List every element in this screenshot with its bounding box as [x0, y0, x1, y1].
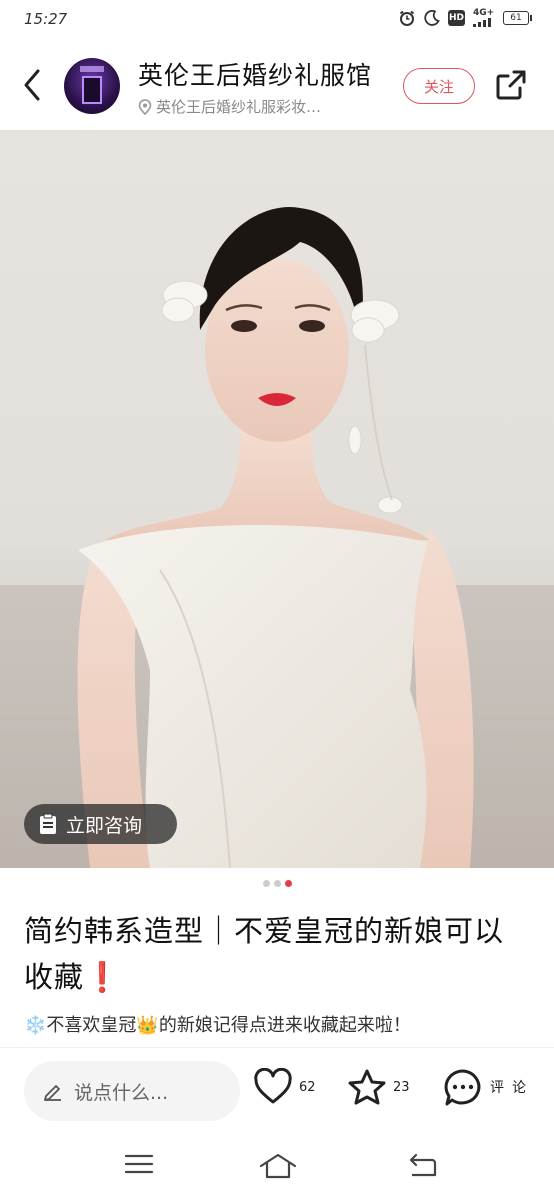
- post-photo[interactable]: 立即咨询: [0, 130, 554, 868]
- network-label: 4G+: [473, 8, 495, 18]
- favorite-button[interactable]: 23: [347, 1068, 410, 1106]
- comment-label-1: 评: [490, 1079, 504, 1096]
- home-button[interactable]: [259, 1153, 297, 1183]
- return-icon: [409, 1153, 437, 1177]
- post-title: 简约韩系造型｜不爱皇冠的新娘可以收藏❗: [24, 914, 505, 994]
- clipboard-icon: [40, 813, 56, 834]
- shop-location-text: 英伦王后婚纱礼服彩妆…: [156, 98, 322, 116]
- carousel-dot[interactable]: [273, 880, 281, 887]
- shop-name[interactable]: 英伦王后婚纱礼服馆: [138, 56, 372, 92]
- comment-input[interactable]: 说点什么...: [24, 1061, 240, 1121]
- heart-icon: [254, 1068, 292, 1104]
- star-icon: [348, 1069, 386, 1105]
- chat-bubble-icon: [444, 1069, 481, 1106]
- battery-icon: 61: [503, 11, 532, 25]
- status-icons: HD 4G+ 61: [398, 9, 532, 27]
- signal-icon: 4G+: [473, 9, 495, 27]
- battery-level: 61: [510, 13, 522, 23]
- shop-avatar[interactable]: [64, 58, 120, 114]
- follow-button[interactable]: 关注: [403, 68, 475, 104]
- shop-location[interactable]: 英伦王后婚纱礼服彩妆…: [138, 96, 321, 117]
- shop-header: 英伦王后婚纱礼服馆 英伦王后婚纱礼服彩妆… 关注: [0, 40, 554, 130]
- system-nav-bar: [0, 1131, 554, 1200]
- favorite-count: 23: [393, 1079, 410, 1095]
- alarm-icon: [399, 10, 415, 26]
- hd-icon: HD: [448, 10, 465, 26]
- nav-back-button[interactable]: [408, 1153, 438, 1181]
- back-button[interactable]: [18, 66, 50, 104]
- comment-label-2: 论: [512, 1079, 526, 1096]
- comment-placeholder: 说点什么...: [74, 1081, 169, 1104]
- like-count: 62: [299, 1079, 316, 1095]
- back-arrow-icon: [24, 69, 40, 101]
- carousel-dot[interactable]: [262, 880, 270, 887]
- carousel-indicator: [0, 880, 554, 887]
- bride-photo-image: [0, 207, 554, 868]
- moon-icon: [424, 10, 440, 26]
- post-description: ❄️不喜欢皇冠👑的新娘记得点进来收藏起来啦！: [24, 1015, 411, 1036]
- like-button[interactable]: 62: [253, 1068, 316, 1106]
- carousel-dot-active[interactable]: [284, 880, 292, 887]
- menu-icon: [124, 1154, 154, 1174]
- consult-label: 立即咨询: [66, 814, 143, 837]
- share-icon: [496, 70, 526, 100]
- home-icon: [259, 1153, 297, 1179]
- consult-button[interactable]: 立即咨询: [24, 804, 177, 844]
- location-pin-icon: [138, 98, 152, 115]
- status-time: 15:27: [24, 10, 68, 28]
- pencil-icon: [44, 1085, 61, 1101]
- share-button[interactable]: [494, 68, 528, 102]
- status-bar: 15:27 HD 4G+ 61: [0, 0, 554, 40]
- interaction-bar: 说点什么... 62 23 评 论: [0, 1047, 554, 1131]
- comment-button[interactable]: 评 论: [443, 1068, 527, 1108]
- menu-button[interactable]: [124, 1153, 154, 1179]
